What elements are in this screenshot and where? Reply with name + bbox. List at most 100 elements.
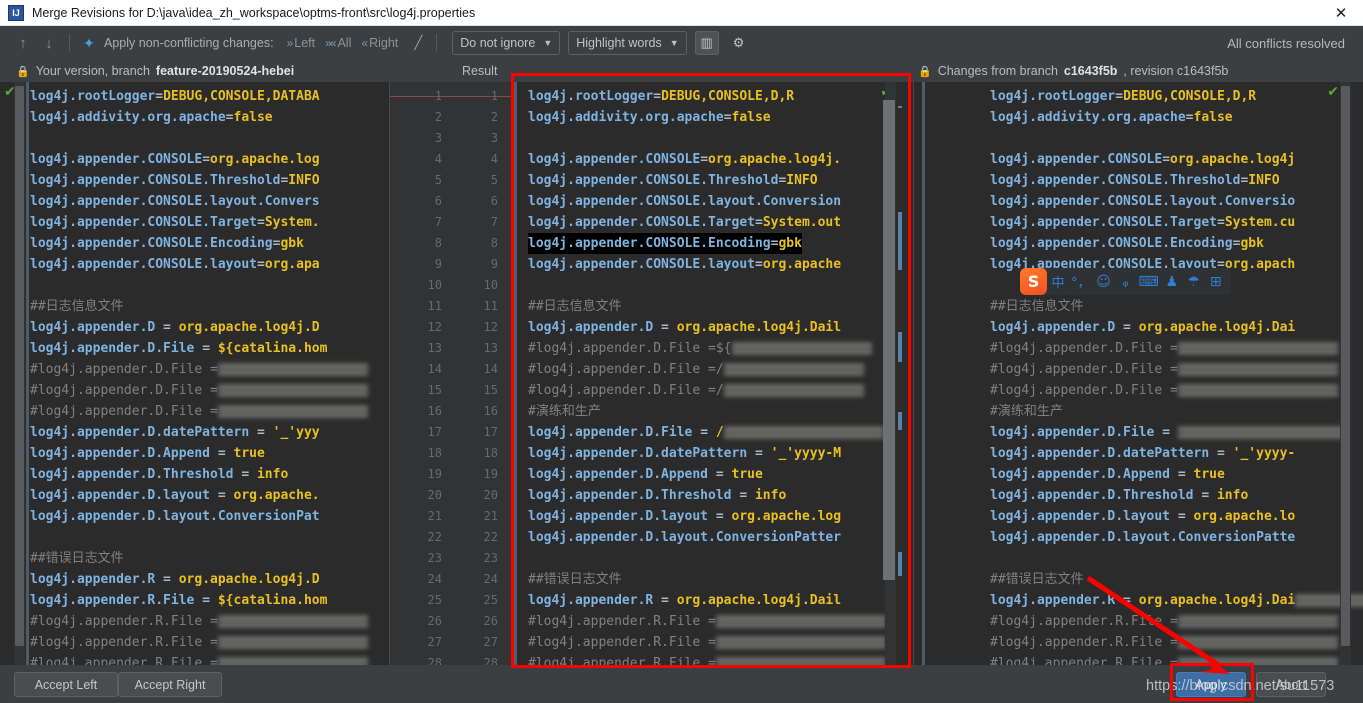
- code-line[interactable]: log4j.addivity.org.apache=false: [990, 107, 1363, 128]
- ime-punctuation-icon[interactable]: °，: [1069, 268, 1093, 295]
- code-line[interactable]: #log4j.appender.D.File =: [30, 401, 368, 422]
- code-line[interactable]: log4j.appender.CONSOLE.Target=System.cu: [990, 212, 1363, 233]
- code-line[interactable]: log4j.addivity.org.apache=false: [528, 107, 886, 128]
- highlight-mode-select[interactable]: Highlight words ▼: [568, 31, 687, 55]
- code-line[interactable]: [528, 128, 886, 149]
- code-line[interactable]: log4j.appender.D.layout.ConversionPat: [30, 506, 368, 527]
- code-line[interactable]: [30, 527, 368, 548]
- code-line[interactable]: log4j.appender.D.layout = org.apache.log: [528, 506, 886, 527]
- code-line[interactable]: [528, 548, 886, 569]
- code-line[interactable]: log4j.appender.D.File =: [990, 422, 1363, 443]
- code-line[interactable]: #log4j.appender.D.File =/: [528, 380, 886, 401]
- code-line[interactable]: log4j.appender.CONSOLE.Threshold=INFO: [990, 170, 1363, 191]
- ime-keyboard-icon[interactable]: ⌨: [1137, 268, 1161, 295]
- code-line[interactable]: log4j.appender.D.Append = true: [528, 464, 886, 485]
- code-line[interactable]: log4j.appender.D.layout.ConversionPatte: [990, 527, 1363, 548]
- code-line[interactable]: [528, 275, 886, 296]
- code-line[interactable]: #log4j.appender.R.File =: [30, 653, 368, 665]
- code-line[interactable]: #log4j.appender.D.File =: [990, 380, 1363, 401]
- code-line[interactable]: log4j.appender.CONSOLE.layout=org.apa: [30, 254, 368, 275]
- code-line[interactable]: #log4j.appender.R.File =: [30, 611, 368, 632]
- code-line[interactable]: log4j.appender.D.Threshold = info: [528, 485, 886, 506]
- code-line[interactable]: log4j.appender.R.File = ${catalina.hom: [30, 590, 368, 611]
- code-line[interactable]: log4j.appender.CONSOLE.layout.Conversio: [990, 191, 1363, 212]
- code-line[interactable]: #log4j.appender.R.File =: [30, 632, 368, 653]
- result-editor-pane[interactable]: log4j.rootLogger=DEBUG,CONSOLE,D,R log4j.…: [514, 82, 906, 665]
- code-line[interactable]: log4j.appender.CONSOLE.Target=System.: [30, 212, 368, 233]
- close-icon[interactable]: ✕: [1319, 0, 1363, 26]
- code-line[interactable]: #log4j.appender.R.File =: [528, 653, 886, 665]
- collapse-unchanged-icon[interactable]: ▥: [694, 31, 719, 55]
- code-line[interactable]: [30, 128, 368, 149]
- magic-wand-icon[interactable]: ╱: [407, 32, 429, 54]
- code-line[interactable]: [30, 275, 368, 296]
- code-line[interactable]: log4j.appender.D = org.apache.log4j.D: [30, 317, 368, 338]
- ime-emoji-icon[interactable]: ☺: [1093, 268, 1115, 295]
- ime-calendar-icon[interactable]: ♟: [1161, 268, 1183, 295]
- code-line[interactable]: log4j.appender.CONSOLE.Target=System.out: [528, 212, 886, 233]
- code-line[interactable]: [990, 548, 1363, 569]
- sogou-ime-toolbar[interactable]: S 中 °， ☺ ᵩ ⌨ ♟ ☂ ⊞: [1020, 268, 1231, 295]
- apply-right-button[interactable]: « Right: [356, 34, 403, 52]
- code-line[interactable]: #log4j.appender.D.File =${: [528, 338, 886, 359]
- code-line[interactable]: log4j.appender.CONSOLE.layout.Convers: [30, 191, 368, 212]
- ime-language-mode-icon[interactable]: 中: [1047, 268, 1069, 295]
- code-line[interactable]: ##错误日志文件: [30, 548, 368, 569]
- code-line[interactable]: #log4j.appender.D.File =: [30, 359, 368, 380]
- code-line[interactable]: log4j.appender.CONSOLE=org.apache.log: [30, 149, 368, 170]
- code-line[interactable]: #演练和生产: [528, 401, 886, 422]
- code-line[interactable]: log4j.appender.D.File = ${catalina.hom: [30, 338, 368, 359]
- code-line[interactable]: ##错误日志文件: [528, 569, 886, 590]
- code-line[interactable]: log4j.rootLogger=DEBUG,CONSOLE,DATABA: [30, 86, 368, 107]
- code-line[interactable]: ##日志信息文件: [30, 296, 368, 317]
- accept-right-button[interactable]: Accept Right: [118, 672, 222, 697]
- left-scrollbar-thumb[interactable]: [15, 86, 24, 646]
- next-difference-icon[interactable]: ↓: [36, 31, 62, 55]
- code-line[interactable]: #log4j.appender.D.File =: [990, 359, 1363, 380]
- code-line[interactable]: log4j.appender.CONSOLE=org.apache.log4j: [990, 149, 1363, 170]
- code-line[interactable]: log4j.appender.D.Append = true: [30, 443, 368, 464]
- code-line[interactable]: log4j.appender.D.layout = org.apache.lo: [990, 506, 1363, 527]
- code-line[interactable]: log4j.appender.CONSOLE.Threshold=INFO: [30, 170, 368, 191]
- code-line[interactable]: log4j.appender.D.File = /: [528, 422, 886, 443]
- gear-icon[interactable]: ⚙: [727, 31, 751, 55]
- code-line[interactable]: log4j.appender.D = org.apache.log4j.Dail: [528, 317, 886, 338]
- apply-all-button[interactable]: »« All: [320, 34, 356, 52]
- apply-left-button[interactable]: » Left: [282, 34, 321, 52]
- code-line[interactable]: log4j.appender.D.datePattern = '_'yyyy-: [990, 443, 1363, 464]
- code-line[interactable]: log4j.appender.D.datePattern = '_'yyy: [30, 422, 368, 443]
- code-line[interactable]: log4j.appender.CONSOLE.Encoding=gbk: [30, 233, 368, 254]
- code-line[interactable]: log4j.appender.D.layout = org.apache.: [30, 485, 368, 506]
- magic-resolve-icon[interactable]: ✦: [77, 32, 101, 54]
- code-line[interactable]: #演练和生产: [990, 401, 1363, 422]
- code-line[interactable]: log4j.appender.CONSOLE=org.apache.log4j.: [528, 149, 886, 170]
- code-line[interactable]: [990, 128, 1363, 149]
- code-line[interactable]: log4j.appender.CONSOLE.Encoding=gbk: [528, 233, 886, 254]
- code-line[interactable]: #log4j.appender.D.File =: [30, 380, 368, 401]
- code-line[interactable]: log4j.appender.CONSOLE.layout=org.apache: [528, 254, 886, 275]
- previous-difference-icon[interactable]: ↑: [10, 31, 36, 55]
- code-line[interactable]: log4j.appender.D.Threshold = info: [990, 485, 1363, 506]
- ime-skin-icon[interactable]: ☂: [1183, 268, 1205, 295]
- code-line[interactable]: log4j.rootLogger=DEBUG,CONSOLE,D,R: [528, 86, 886, 107]
- code-line[interactable]: #log4j.appender.D.File =: [990, 338, 1363, 359]
- code-line[interactable]: ##日志信息文件: [990, 296, 1363, 317]
- code-line[interactable]: log4j.appender.D.datePattern = '_'yyyy-M: [528, 443, 886, 464]
- left-code-content[interactable]: log4j.rootLogger=DEBUG,CONSOLE,DATABA log…: [30, 86, 368, 665]
- code-line[interactable]: ##日志信息文件: [528, 296, 886, 317]
- sogou-logo-icon[interactable]: S: [1020, 268, 1047, 295]
- code-line[interactable]: log4j.appender.CONSOLE.Threshold=INFO: [528, 170, 886, 191]
- code-line[interactable]: #log4j.appender.R.File =: [528, 632, 886, 653]
- code-line[interactable]: log4j.appender.D.Threshold = info: [30, 464, 368, 485]
- ime-more-grid-icon[interactable]: ⊞: [1205, 268, 1227, 295]
- ignore-policy-select[interactable]: Do not ignore ▼: [452, 31, 561, 55]
- code-line[interactable]: #log4j.appender.R.File =: [528, 611, 886, 632]
- code-line[interactable]: log4j.appender.D.Append = true: [990, 464, 1363, 485]
- left-editor-pane[interactable]: ✔ log4j.rootLogger=DEBUG,CONSOLE,DATABA l…: [0, 82, 390, 665]
- code-line[interactable]: log4j.rootLogger=DEBUG,CONSOLE,D,R: [990, 86, 1363, 107]
- code-line[interactable]: log4j.appender.D.layout.ConversionPatter: [528, 527, 886, 548]
- accept-left-button[interactable]: Accept Left: [14, 672, 118, 697]
- result-scrollbar-thumb[interactable]: [883, 100, 895, 580]
- code-line[interactable]: log4j.appender.CONSOLE.layout.Conversion: [528, 191, 886, 212]
- code-line[interactable]: log4j.appender.R = org.apache.log4j.Dail: [528, 590, 886, 611]
